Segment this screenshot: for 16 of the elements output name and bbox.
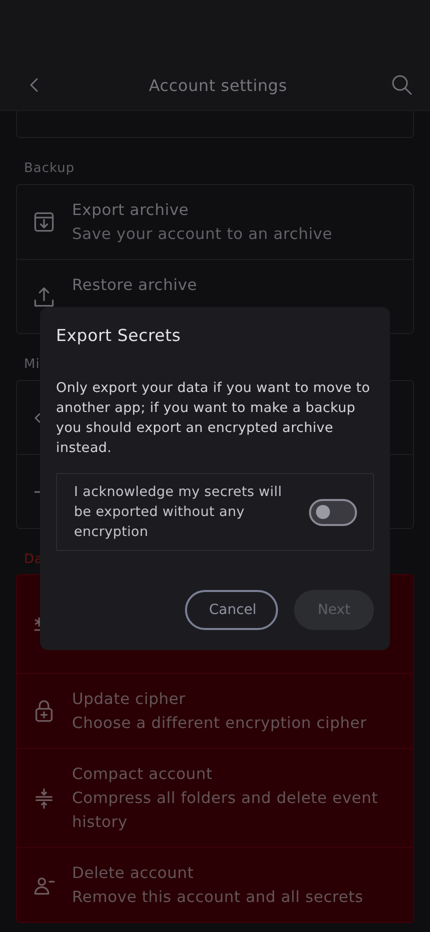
item-description: Save your account to an archive	[72, 224, 332, 245]
section-label: Backup	[24, 160, 75, 178]
item-title[interactable]: Compact account	[72, 762, 397, 786]
item-title[interactable]: Update cipher	[72, 687, 367, 711]
item-title[interactable]: Restore archive	[72, 273, 198, 297]
item-description: Remove this account and all secrets	[72, 887, 364, 908]
dialog-message: Only export your data if you want to move to another app; if you want to make a backup you should export an encrypted archive instead.	[56, 379, 372, 458]
cancel-button[interactable]: Cancel	[185, 590, 278, 630]
section-label: Mi	[24, 356, 40, 374]
item-title[interactable]: Export archive	[72, 198, 332, 222]
acknowledge-label: I acknowledge my secrets will be exported without any encryption	[74, 483, 283, 542]
screen-title: Account settings	[148, 76, 288, 94]
item-title[interactable]: Delete account	[72, 861, 364, 885]
item-description: Compress all folders and delete event history	[72, 788, 380, 833]
item-description: Choose a different encryption cipher	[72, 713, 367, 734]
dialog-title: Export Secrets	[56, 325, 182, 347]
